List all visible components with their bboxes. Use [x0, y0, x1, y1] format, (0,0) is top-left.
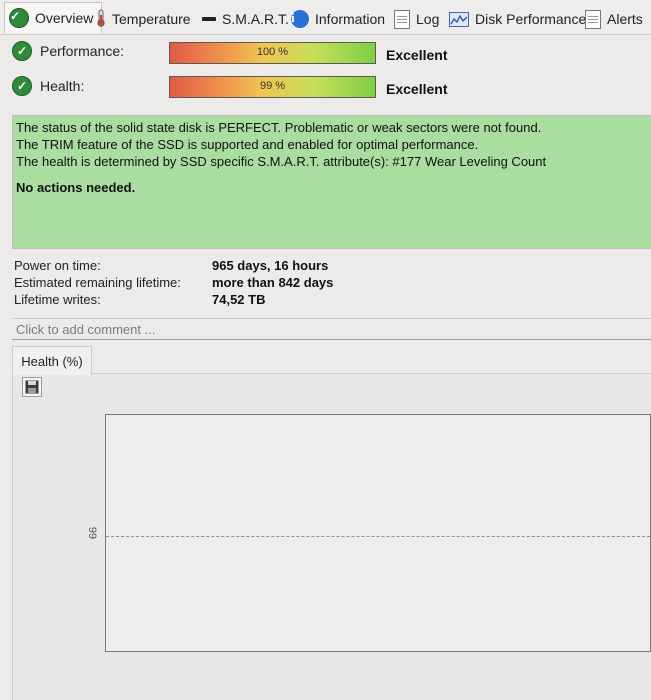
performance-rating: Excellent [386, 47, 448, 63]
performance-percent: 100 % [256, 46, 289, 58]
power-on-label: Power on time: [14, 258, 101, 273]
lifetime-row: Estimated remaining lifetime: more than … [14, 275, 333, 292]
tab-temperature-label: Temperature [112, 11, 191, 27]
comment-field[interactable]: Click to add comment ... [12, 318, 651, 340]
tab-alerts-label: Alerts [607, 11, 643, 27]
status-box: The status of the solid state disk is PE… [12, 115, 651, 249]
tab-disk-performance-label: Disk Performance [475, 11, 587, 27]
health-row: ✓ Health: [12, 76, 84, 96]
check-icon: ✓ [12, 76, 32, 96]
performance-row: ✓ Performance: [12, 41, 124, 61]
tab-overview-label: Overview [35, 10, 94, 26]
power-on-row: Power on time: 965 days, 16 hours [14, 258, 333, 275]
status-action: No actions needed. [16, 180, 136, 195]
tab-information[interactable]: i Information [291, 6, 385, 32]
tab-disk-performance[interactable]: Disk Performance [449, 6, 586, 32]
lifetime-label: Estimated remaining lifetime: [14, 275, 181, 290]
status-line-3: The health is determined by SSD specific… [16, 154, 547, 169]
status-line-1: The status of the solid state disk is PE… [16, 120, 542, 135]
check-icon: ✓ [12, 41, 32, 61]
alerts-icon [585, 9, 601, 29]
health-bar: 99 % [169, 76, 376, 98]
y-tick-label: 99 [86, 526, 99, 540]
writes-row: Lifetime writes: 74,52 TB [14, 292, 333, 309]
smart-icon [202, 17, 216, 21]
tab-smart[interactable]: S.M.A.R.T. [202, 6, 289, 32]
health-percent: 99 % [259, 80, 286, 92]
tab-health-chart[interactable]: Health (%) [12, 346, 92, 375]
tab-smart-label: S.M.A.R.T. [222, 11, 289, 27]
writes-value: 74,52 TB [212, 292, 266, 307]
writes-label: Lifetime writes: [14, 292, 101, 307]
tab-alerts[interactable]: Alerts [585, 6, 643, 32]
check-icon: ✓ [9, 8, 29, 28]
info-icon: i [291, 10, 309, 28]
thermometer-icon [96, 9, 106, 30]
tab-overview[interactable]: ✓ Overview [4, 2, 103, 33]
tab-temperature[interactable]: Temperature [96, 6, 191, 32]
gridline [106, 536, 650, 537]
tab-bar: ✓ Overview Temperature S.M.A.R.T. i Info… [0, 0, 651, 35]
save-icon [25, 380, 39, 394]
status-line-2: The TRIM feature of the SSD is supported… [16, 137, 479, 152]
tab-information-label: Information [315, 11, 386, 27]
performance-bar: 100 % [169, 42, 376, 64]
health-rating: Excellent [386, 81, 448, 97]
tab-log-label: Log [416, 11, 440, 27]
lifetime-value: more than 842 days [212, 275, 334, 290]
performance-label: Performance: [40, 43, 125, 59]
power-on-value: 965 days, 16 hours [212, 258, 329, 273]
document-icon [394, 9, 410, 29]
performance-icon [449, 11, 469, 27]
tab-log[interactable]: Log [394, 6, 439, 32]
health-plot [105, 414, 651, 652]
health-label: Health: [40, 78, 85, 94]
details-panel: Power on time: 965 days, 16 hours Estima… [14, 258, 333, 309]
tab-divider [90, 373, 651, 374]
save-button[interactable] [22, 377, 42, 397]
